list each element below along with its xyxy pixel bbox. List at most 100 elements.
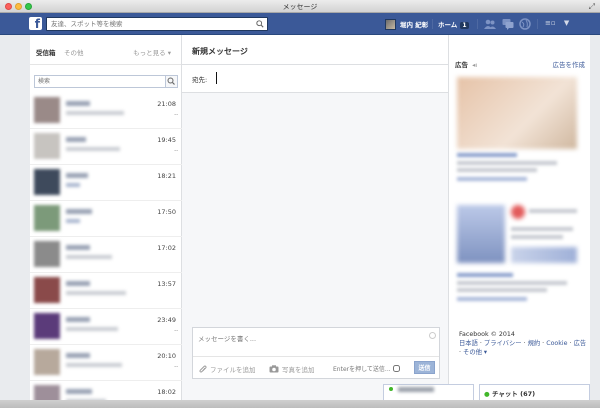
thread-name-redacted (66, 209, 92, 214)
thread-avatar (34, 97, 60, 123)
home-link[interactable]: ホーム 1 (438, 19, 469, 29)
profile-link[interactable]: 堀内 紀彰 (385, 18, 428, 30)
thread-item[interactable]: 19:45 .. (30, 129, 182, 165)
ad-image[interactable] (457, 205, 505, 263)
ad-image[interactable] (457, 77, 577, 149)
enter-to-send-checkbox[interactable] (392, 365, 400, 372)
recipient-input[interactable] (216, 72, 436, 84)
chat-conversation-tab[interactable] (383, 384, 474, 400)
ad-title-redacted (457, 153, 517, 157)
ad-like-redacted (457, 297, 527, 301)
ads-header: 広告 ◂ı 広告を作成 (455, 59, 585, 69)
thread-list: 21:08 .. 19:45 .. 18:21 17:50 17:02 13:5… (30, 93, 182, 408)
recipient-label: 宛先: (192, 76, 208, 84)
ads-label: 広告 (455, 61, 468, 69)
cookie-link[interactable]: Cookie (546, 340, 567, 347)
settings-icon: ≡▫ (545, 19, 556, 27)
thread-item[interactable]: 17:02 (30, 237, 182, 273)
thread-status: .. (174, 326, 178, 333)
thread-avatar (34, 133, 60, 159)
message-input[interactable] (193, 328, 429, 356)
inbox-search (34, 75, 178, 88)
home-label: ホーム (438, 21, 458, 29)
fullscreen-icon[interactable]: ⤢ (589, 2, 595, 12)
paperclip-icon (199, 365, 207, 372)
inbox-search-button[interactable] (165, 76, 177, 87)
add-file-button[interactable]: ファイルを追加 (199, 364, 256, 374)
more-link[interactable]: その他 ▾ (463, 349, 487, 356)
thread-name-redacted (66, 173, 88, 178)
thread-item[interactable]: 18:21 (30, 165, 182, 201)
ad-choices-icon[interactable]: ◂ı (472, 61, 477, 69)
window-title: メッセージ (282, 3, 318, 11)
ad-image[interactable] (511, 205, 525, 219)
notifications-globe-icon[interactable] (519, 18, 531, 30)
thread-status: .. (174, 110, 178, 117)
send-button[interactable]: 送信 (414, 361, 435, 374)
top-navigation-bar: f 堀内 紀彰 ホーム1 ≡▫ ▼ (0, 13, 600, 35)
ad-text-redacted (511, 235, 563, 239)
thread-item[interactable]: 20:10 .. (30, 345, 182, 381)
privacy-link[interactable]: プライバシー (484, 340, 522, 347)
search-icon[interactable] (256, 20, 264, 28)
see-more-link[interactable]: もっと見る ▾ (133, 47, 171, 57)
thread-snippet-redacted (66, 363, 122, 367)
recipient-row: 宛先: (182, 65, 448, 93)
chat-label: チャット (67) (491, 390, 536, 398)
thread-time: 21:08 (157, 100, 176, 108)
add-file-label: ファイルを追加 (210, 366, 256, 374)
language-link[interactable]: 日本語 (459, 340, 478, 347)
emoticon-icon[interactable] (429, 332, 436, 339)
thread-item[interactable]: 13:57 (30, 273, 182, 309)
thread-avatar (34, 313, 60, 339)
thread-name-redacted (66, 317, 90, 322)
thread-avatar (34, 169, 60, 195)
ad-text-redacted (457, 281, 567, 285)
thread-item[interactable]: 17:50 (30, 201, 182, 237)
global-search (46, 17, 268, 31)
thread-time: 17:02 (157, 244, 176, 252)
thread-time: 18:02 (157, 388, 176, 396)
nav-divider (477, 19, 478, 29)
ad-text-redacted (457, 288, 547, 292)
tab-inbox[interactable]: 受信箱 (36, 47, 56, 57)
thread-avatar (34, 241, 60, 267)
terms-link[interactable]: 規約 (528, 340, 541, 347)
thread-snippet-redacted (66, 255, 112, 259)
global-search-input[interactable] (47, 18, 247, 30)
ads-link[interactable]: 広告 (574, 340, 587, 347)
friend-requests-icon[interactable] (484, 18, 496, 30)
compose-header: 新規メッセージ (182, 35, 448, 65)
add-photo-label: 写真を追加 (282, 366, 315, 374)
nav-divider (537, 19, 538, 29)
thread-item[interactable]: 23:49 .. (30, 309, 182, 345)
search-icon (167, 77, 175, 85)
copyright: Facebook © 2014 (459, 331, 515, 338)
ad-image[interactable] (511, 247, 577, 263)
thread-snippet-redacted (66, 147, 120, 151)
thread-item[interactable]: 21:08 .. (30, 93, 182, 129)
add-photo-button[interactable]: 写真を追加 (269, 364, 315, 374)
facebook-logo-icon[interactable]: f (29, 17, 42, 30)
thread-name-redacted (66, 101, 90, 106)
inbox-search-input[interactable] (35, 76, 160, 87)
thread-time: 20:10 (157, 352, 176, 360)
messages-icon[interactable] (502, 18, 514, 30)
ad-like-redacted (457, 177, 527, 181)
window-titlebar: メッセージ ⤢ (0, 0, 600, 13)
ad-text-redacted (457, 161, 557, 165)
avatar (385, 18, 396, 30)
chat-sidebar-tab[interactable]: ● チャット (67) (479, 384, 590, 400)
inbox-panel: 受信箱 その他 もっと見る ▾ 21:08 .. (30, 35, 182, 408)
right-sidebar: 広告 ◂ı 広告を作成 Facebook © 2014 日本語 · プライバシー… (448, 35, 590, 408)
tab-other[interactable]: その他 (64, 47, 84, 57)
settings-menu[interactable]: ≡▫ ▼ (545, 19, 569, 27)
create-ad-link[interactable]: 広告を作成 (553, 59, 586, 69)
ad-text-redacted (529, 209, 577, 213)
thread-snippet-redacted (66, 111, 124, 115)
profile-name: 堀内 紀彰 (400, 21, 429, 29)
thread-snippet-redacted (66, 183, 80, 187)
page-footer: Facebook © 2014 日本語 · プライバシー · 規約 · Cook… (459, 331, 587, 356)
ad-text-redacted (511, 227, 573, 231)
page-title: 新規メッセージ (192, 47, 248, 56)
